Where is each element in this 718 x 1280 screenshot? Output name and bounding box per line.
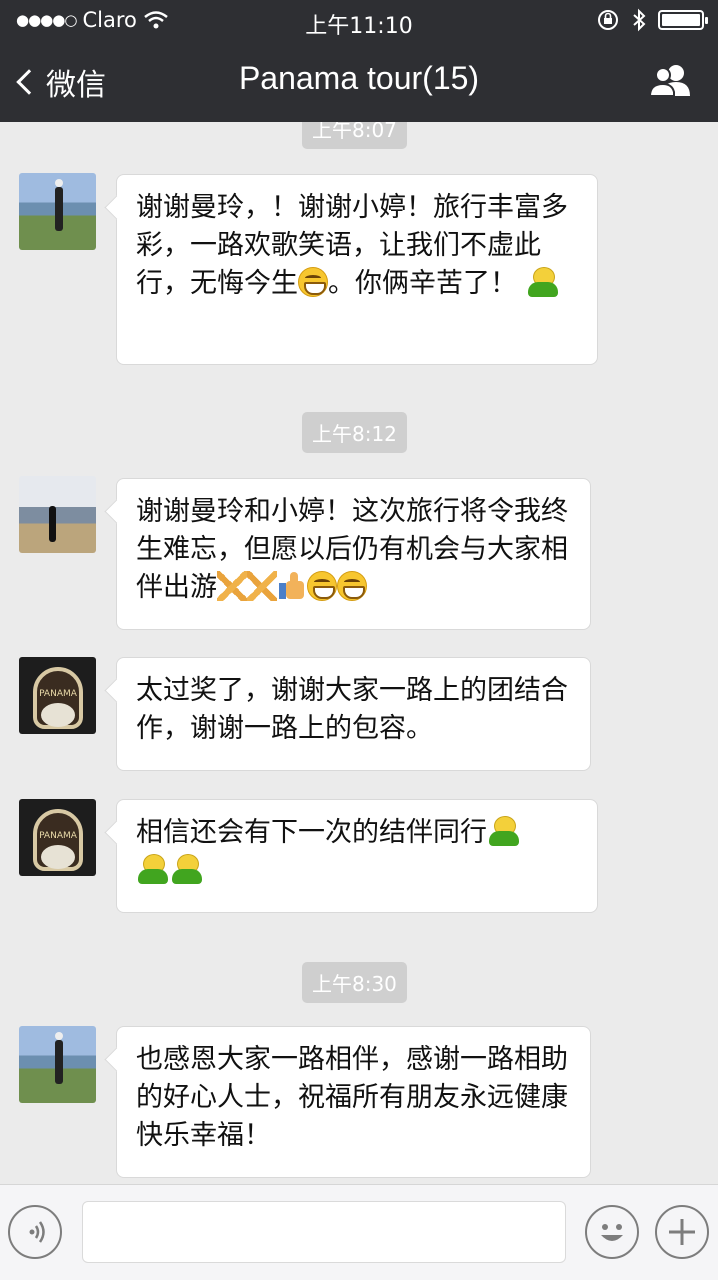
frog-emoji	[136, 854, 170, 884]
status-bar: ●●●●○ Claro 上午11:10	[0, 0, 718, 40]
frog-emoji	[526, 267, 560, 297]
avatar-ring	[41, 703, 75, 727]
timestamp: 上午8:07	[302, 122, 407, 149]
top-bar: ●●●●○ Claro 上午11:10 微信 Panama tour(15)	[0, 0, 718, 122]
message-input[interactable]	[82, 1201, 566, 1263]
message-text: 太过奖了，谢谢大家一路上的团结合作，谢谢一路上的包容。	[136, 675, 568, 744]
avatar[interactable]	[19, 173, 96, 250]
avatar-figure	[55, 179, 63, 231]
chat-title: Panama tour(15)	[238, 60, 480, 96]
message-text-tail: 。你俩辛苦了！	[328, 268, 517, 299]
plus-icon	[669, 1219, 695, 1245]
input-bar	[0, 1184, 718, 1280]
pray-emoji	[247, 571, 277, 601]
pray-emoji	[217, 571, 247, 601]
frog-emoji	[170, 854, 204, 884]
thumb-cuff	[279, 583, 286, 599]
message-bubble[interactable]: 谢谢曼玲和小婷！这次旅行将令我终生难忘，但愿以后仍有机会与大家相伴出游	[116, 478, 591, 630]
chat-area[interactable]: 上午8:07 谢谢曼玲，！谢谢小婷！旅行丰富多彩，一路欢歌笑语，让我们不虚此行，…	[0, 122, 718, 1184]
battery-icon	[658, 10, 708, 30]
more-button[interactable]	[655, 1205, 709, 1259]
lock-rotation-icon	[598, 10, 618, 30]
emoji-icon	[601, 1224, 623, 1241]
bluetooth-icon	[633, 8, 646, 32]
avatar-ring	[41, 845, 75, 869]
nav-bar: 微信 Panama tour(15)	[0, 40, 718, 122]
emoji-button[interactable]	[585, 1205, 639, 1259]
voice-icon	[29, 1221, 45, 1243]
timestamp: 上午8:30	[302, 962, 407, 1003]
avatar[interactable]	[19, 799, 96, 876]
message-text: 相信还会有下一次的结伴同行	[136, 817, 487, 848]
message-bubble[interactable]: 谢谢曼玲，！谢谢小婷！旅行丰富多彩，一路欢歌笑语，让我们不虚此行，无悔今生 。你俩…	[116, 174, 598, 365]
avatar[interactable]	[19, 657, 96, 734]
voice-button[interactable]	[8, 1205, 62, 1259]
avatar[interactable]	[19, 476, 96, 553]
message-bubble[interactable]: 相信还会有下一次的结伴同行	[116, 799, 598, 913]
message-bubble[interactable]: 太过奖了，谢谢大家一路上的团结合作，谢谢一路上的包容。	[116, 657, 591, 771]
grin-emoji	[337, 571, 367, 601]
grin-emoji	[298, 267, 328, 297]
status-right	[596, 8, 708, 32]
grin-emoji	[307, 571, 337, 601]
timestamp: 上午8:12	[302, 412, 407, 453]
group-members-icon[interactable]	[648, 62, 694, 98]
thumbs-up-emoji	[277, 571, 307, 601]
message-text: 也感恩大家一路相伴，感谢一路相助的好心人士，祝福所有朋友永远健康快乐幸福！	[136, 1044, 568, 1151]
avatar-figure	[55, 1032, 63, 1084]
message-bubble[interactable]: 也感恩大家一路相伴，感谢一路相助的好心人士，祝福所有朋友永远健康快乐幸福！	[116, 1026, 591, 1178]
avatar[interactable]	[19, 1026, 96, 1103]
frog-emoji	[487, 816, 521, 846]
avatar-figure	[49, 506, 56, 542]
